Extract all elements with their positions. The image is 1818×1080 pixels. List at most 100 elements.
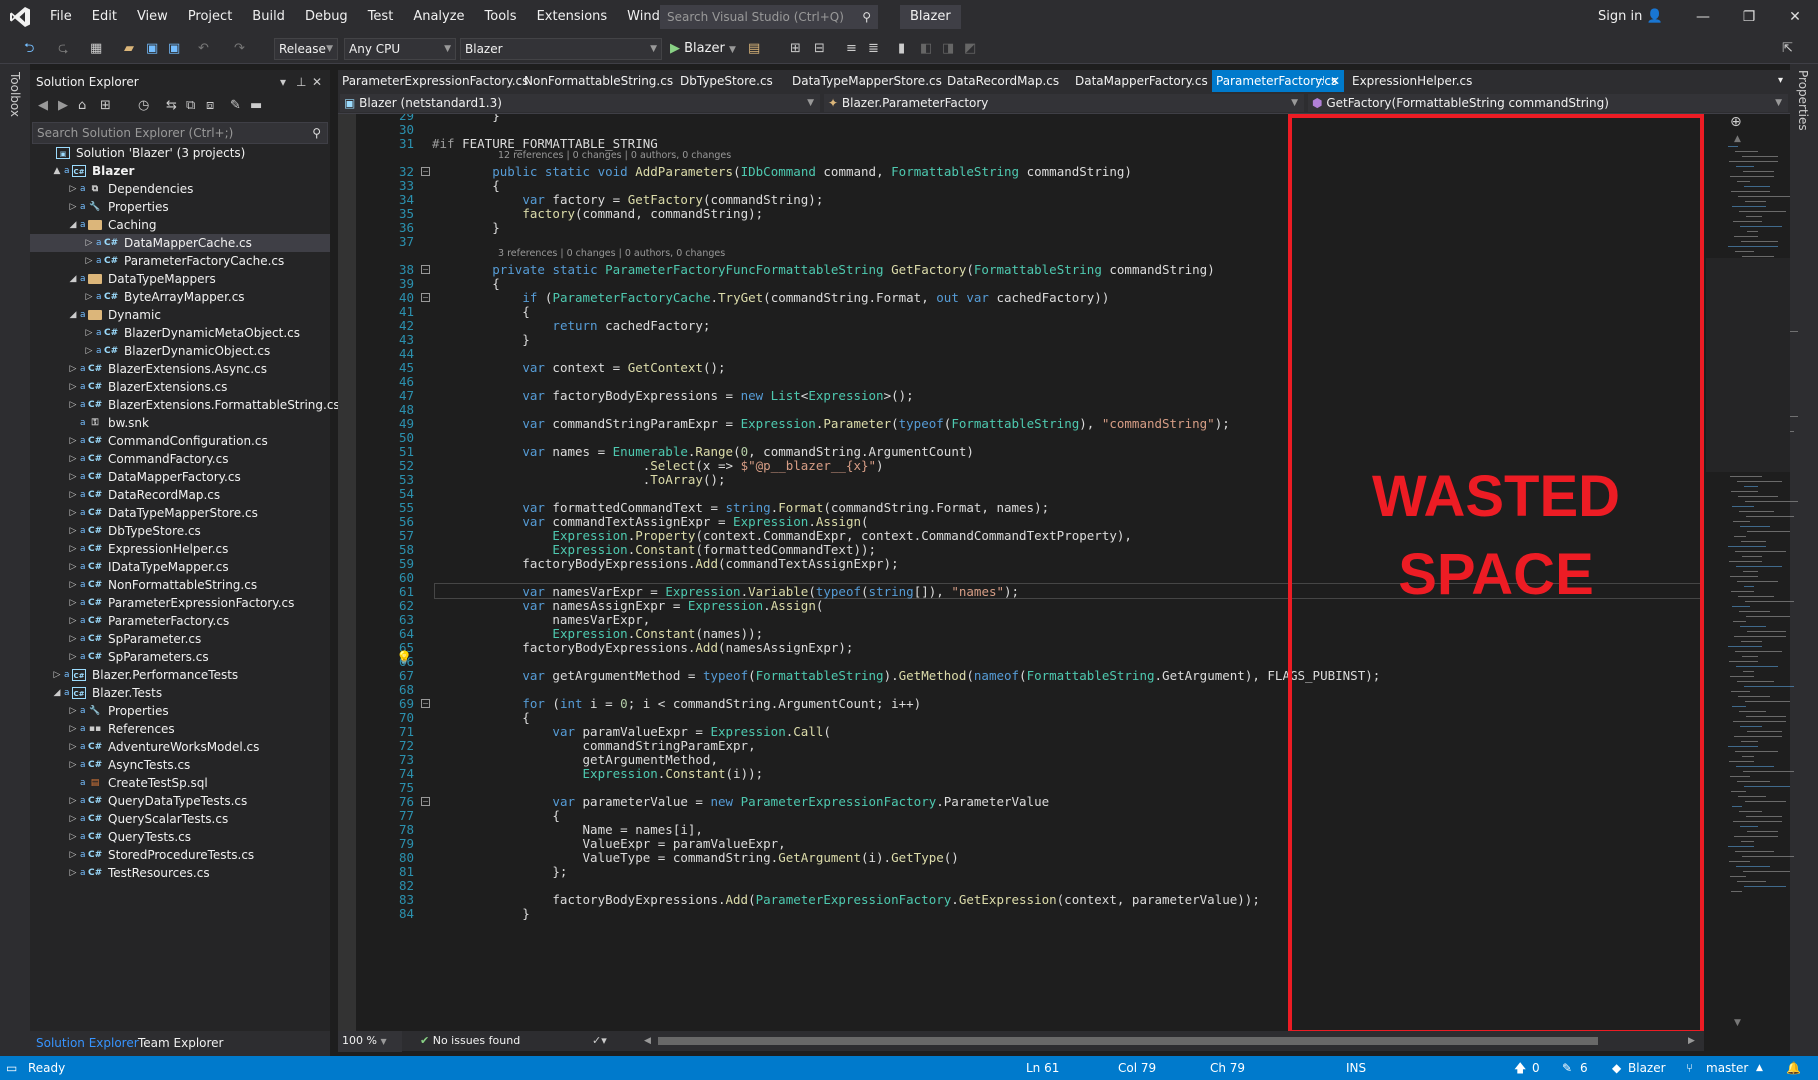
- expand-toggle-icon[interactable]: ▷: [68, 864, 78, 882]
- expand-toggle-icon[interactable]: ▷: [52, 666, 62, 684]
- expand-toggle-icon[interactable]: ▷: [84, 342, 94, 360]
- platform-select[interactable]: Any CPU ▼: [344, 38, 456, 60]
- tree-item[interactable]: ▷ a C# AsyncTests.cs: [30, 756, 330, 774]
- tree-item[interactable]: ▷ a C# ParameterExpressionFactory.cs: [30, 594, 330, 612]
- step-over-icon[interactable]: ⊟: [814, 39, 825, 59]
- forward-icon[interactable]: ⮎: [58, 39, 68, 59]
- expand-toggle-icon[interactable]: ▷: [68, 198, 78, 216]
- tree-item[interactable]: ▷ a C# DataMapperCache.cs: [30, 234, 330, 252]
- menu-item-file[interactable]: File: [40, 0, 82, 34]
- expand-toggle-icon[interactable]: ▷: [68, 180, 78, 198]
- tab-datamapperfactory-cs[interactable]: DataMapperFactory.cs: [1071, 70, 1208, 92]
- expand-toggle-icon[interactable]: ▷: [68, 630, 78, 648]
- browser-link-icon[interactable]: ▤: [748, 39, 760, 59]
- tree-item[interactable]: ▷ a C# AdventureWorksModel.cs: [30, 738, 330, 756]
- tree-item[interactable]: ▷ a C# ParameterFactoryCache.cs: [30, 252, 330, 270]
- quick-search-input[interactable]: Search Visual Studio (Ctrl+Q) ⚲: [660, 5, 878, 29]
- branch-name[interactable]: master: [1706, 1056, 1748, 1080]
- menu-item-extensions[interactable]: Extensions: [527, 0, 618, 34]
- start-debugging-button[interactable]: ▶ Blazer ▼: [670, 39, 736, 59]
- tree-item[interactable]: ▣ Solution 'Blazer' (3 projects): [30, 144, 330, 162]
- member-dropdown[interactable]: ⬢ GetFactory(FormattableString commandSt…: [1308, 94, 1788, 112]
- tab-solution-explorer[interactable]: Solution Explorer: [36, 1031, 139, 1056]
- show-all-files-icon[interactable]: ⧈: [206, 98, 214, 113]
- scroll-right-icon[interactable]: ▶: [1688, 1031, 1695, 1051]
- clear-bookmarks-icon[interactable]: ◩: [964, 39, 976, 59]
- tree-item[interactable]: ◢ a Caching: [30, 216, 330, 234]
- expand-toggle-icon[interactable]: ▷: [68, 792, 78, 810]
- redo-icon[interactable]: ↷: [234, 39, 245, 59]
- tree-item[interactable]: ▷ a C# BlazerExtensions.cs: [30, 378, 330, 396]
- forward-icon[interactable]: ▶: [58, 98, 68, 113]
- expand-toggle-icon[interactable]: ▷: [84, 252, 94, 270]
- expand-toggle-icon[interactable]: ▷: [68, 522, 78, 540]
- tree-item[interactable]: ▷ a C# TestResources.cs: [30, 864, 330, 882]
- tree-item[interactable]: ▷ a C# DataRecordMap.cs: [30, 486, 330, 504]
- tree-item[interactable]: ▷ a C# Blazer.PerformanceTests: [30, 666, 330, 684]
- expand-toggle-icon[interactable]: ▷: [68, 378, 78, 396]
- type-dropdown[interactable]: ✦ Blazer.ParameterFactory ▼: [824, 94, 1304, 112]
- project-dropdown[interactable]: ▣ Blazer (netstandard1.3) ▼: [340, 94, 820, 112]
- menu-item-tools[interactable]: Tools: [475, 0, 527, 34]
- expand-toggle-icon[interactable]: ◢: [68, 216, 78, 234]
- tree-item[interactable]: ▷ a C# StoredProcedureTests.cs: [30, 846, 330, 864]
- tree-item[interactable]: ◢ a DataTypeMappers: [30, 270, 330, 288]
- expand-toggle-icon[interactable]: ◢: [52, 684, 62, 702]
- expand-toggle-icon[interactable]: ▷: [68, 360, 78, 378]
- expand-toggle-icon[interactable]: ▷: [68, 504, 78, 522]
- tab-datatypemapperstore-cs[interactable]: DataTypeMapperStore.cs: [788, 70, 942, 92]
- menu-item-edit[interactable]: Edit: [82, 0, 127, 34]
- close-icon[interactable]: ✕: [312, 70, 322, 94]
- sign-in-link[interactable]: Sign in 👤: [1598, 0, 1663, 34]
- tree-item[interactable]: ▷ a C# QueryTests.cs: [30, 828, 330, 846]
- pending-changes-icon[interactable]: ◷: [138, 98, 149, 113]
- home-icon[interactable]: ⌂: [78, 98, 86, 113]
- pending-changes[interactable]: 6: [1580, 1056, 1588, 1080]
- pin-icon[interactable]: ⊥: [296, 70, 306, 94]
- collapse-region-icon[interactable]: −: [421, 167, 430, 176]
- tree-item[interactable]: ▷ a ⧉ Dependencies: [30, 180, 330, 198]
- tree-item[interactable]: ◢ a C# Blazer.Tests: [30, 684, 330, 702]
- menu-item-project[interactable]: Project: [178, 0, 242, 34]
- expand-toggle-icon[interactable]: ▷: [68, 558, 78, 576]
- tree-item[interactable]: a ▤ CreateTestSp.sql: [30, 774, 330, 792]
- save-all-icon[interactable]: ▣: [168, 39, 180, 59]
- split-icon[interactable]: ⊕: [1730, 114, 1742, 130]
- new-project-icon[interactable]: ▦: [90, 39, 102, 59]
- unpushed-commits[interactable]: 0: [1532, 1056, 1540, 1080]
- tab-parameterexpressionfactory-cs[interactable]: ParameterExpressionFactory.cs: [338, 70, 528, 92]
- expand-toggle-icon[interactable]: ▷: [68, 738, 78, 756]
- tab-overflow-icon[interactable]: ▾: [1778, 70, 1783, 92]
- scroll-down-icon[interactable]: ▼: [1734, 1018, 1741, 1028]
- tree-item[interactable]: a ⚿ bw.snk: [30, 414, 330, 432]
- tree-item[interactable]: ▷ a 🔧 Properties: [30, 198, 330, 216]
- expand-toggle-icon[interactable]: ▷: [68, 720, 78, 738]
- collapse-all-icon[interactable]: ⧉: [186, 98, 195, 113]
- expand-toggle-icon[interactable]: ▷: [68, 540, 78, 558]
- expand-toggle-icon[interactable]: ▷: [68, 576, 78, 594]
- minimize-button[interactable]: —: [1680, 0, 1726, 34]
- expand-toggle-icon[interactable]: ▷: [68, 648, 78, 666]
- uncomment-icon[interactable]: ≣: [868, 39, 879, 59]
- expand-toggle-icon[interactable]: ◢: [68, 306, 78, 324]
- expand-toggle-icon[interactable]: ▷: [68, 450, 78, 468]
- back-icon[interactable]: ◀: [38, 98, 48, 113]
- step-icon[interactable]: ⊞: [790, 39, 801, 59]
- menu-item-analyze[interactable]: Analyze: [403, 0, 474, 34]
- tree-item[interactable]: ▷ a C# BlazerExtensions.Async.cs: [30, 360, 330, 378]
- tree-item[interactable]: ▷ a 🔧 Properties: [30, 702, 330, 720]
- tree-item[interactable]: ▷ a C# ParameterFactory.cs: [30, 612, 330, 630]
- next-bookmark-icon[interactable]: ◨: [942, 39, 954, 59]
- collapse-region-icon[interactable]: −: [421, 699, 430, 708]
- tree-item[interactable]: ▷ a C# SpParameter.cs: [30, 630, 330, 648]
- scroll-left-icon[interactable]: ◀: [644, 1031, 651, 1051]
- tab-parameterfactory-cs[interactable]: ParameterFactory.cs ⊣ ✕: [1212, 70, 1344, 92]
- tree-item[interactable]: ▷ a C# BlazerDynamicObject.cs: [30, 342, 330, 360]
- tab-team-explorer[interactable]: Team Explorer: [138, 1031, 224, 1056]
- tab-dbtypestore-cs[interactable]: DbTypeStore.cs: [676, 70, 784, 92]
- expand-toggle-icon[interactable]: ▷: [68, 468, 78, 486]
- tree-item[interactable]: ▷ a C# SpParameters.cs: [30, 648, 330, 666]
- lightbulb-icon[interactable]: 💡: [396, 651, 412, 666]
- vertical-scrollbar-map[interactable]: ⊕ ▲ ▼: [1704, 114, 1798, 1031]
- bookmark-icon[interactable]: ▮: [898, 39, 905, 59]
